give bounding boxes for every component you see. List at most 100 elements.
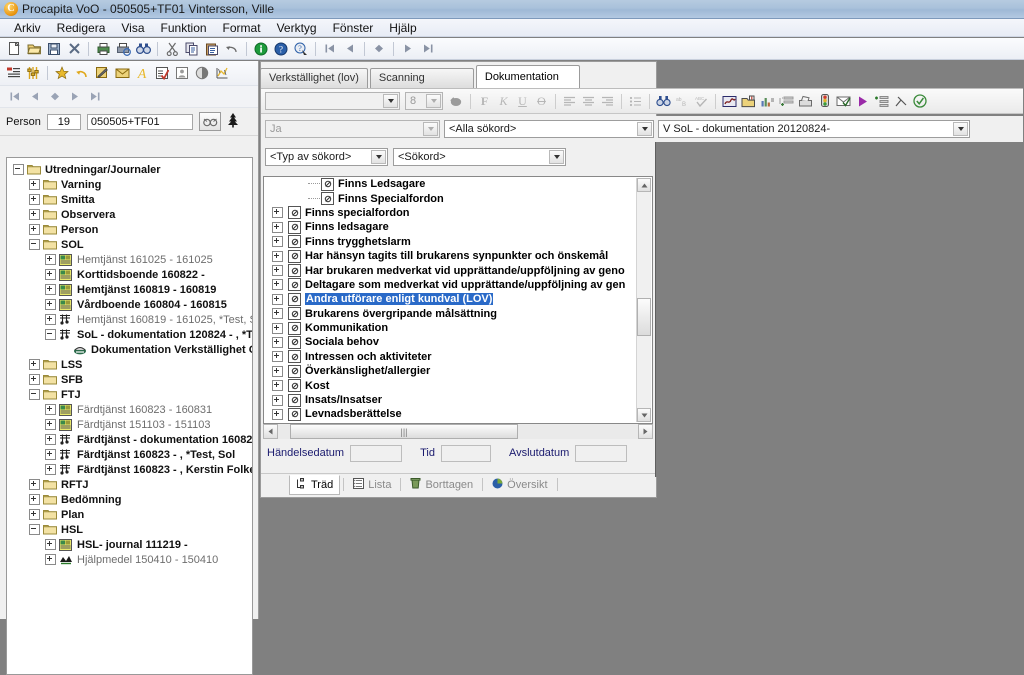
- collapse-minus-icon[interactable]: [13, 164, 24, 175]
- tree-item[interactable]: Bedömning: [7, 492, 252, 507]
- stats-icon[interactable]: [758, 91, 777, 111]
- tab-lista[interactable]: Lista: [347, 476, 397, 494]
- tree-item[interactable]: Hemtjänst 161025 - 161025: [7, 252, 252, 267]
- keyword-tree-item[interactable]: Finns Ledsagare: [264, 177, 624, 191]
- tree-item[interactable]: Observera: [7, 207, 252, 222]
- tree-item[interactable]: Korttidsboende 160822 -: [7, 267, 252, 282]
- chevron-down-icon[interactable]: [953, 122, 968, 136]
- menu-item-format[interactable]: Format: [215, 20, 269, 36]
- traffic-light-icon[interactable]: [815, 91, 834, 111]
- chart-icon[interactable]: [212, 63, 232, 83]
- tab-dokumentation[interactable]: Dokumentation: [475, 65, 580, 89]
- collapse-minus-icon[interactable]: [29, 389, 40, 400]
- keyword-combo[interactable]: <Sökord>: [393, 148, 566, 166]
- font-a-icon[interactable]: A: [132, 63, 152, 83]
- tree-item[interactable]: HSL- journal 111219 -: [7, 537, 252, 552]
- underline-icon[interactable]: U: [513, 91, 532, 111]
- tree-item[interactable]: Hemtjänst 160819 - 161025, *Test, Sol: [7, 312, 252, 327]
- expand-plus-icon[interactable]: [272, 236, 283, 248]
- nav-last-icon[interactable]: [418, 39, 438, 59]
- nav-first-icon[interactable]: [5, 87, 25, 107]
- help-pointer-icon[interactable]: ?: [291, 39, 311, 59]
- checklist-icon[interactable]: [152, 63, 172, 83]
- expand-plus-icon[interactable]: [272, 322, 283, 334]
- tree-item[interactable]: Vårdboende 160804 - 160815: [7, 297, 252, 312]
- align-left-icon[interactable]: [560, 91, 579, 111]
- tree-item[interactable]: SOL: [7, 237, 252, 252]
- spellcheck-icon[interactable]: ABC: [692, 91, 711, 111]
- italic-icon[interactable]: K: [494, 91, 513, 111]
- strikethrough-icon[interactable]: O: [532, 91, 551, 111]
- undo-icon[interactable]: [222, 39, 242, 59]
- add-row-icon[interactable]: [777, 91, 796, 111]
- menu-item-hjalp[interactable]: Hjälp: [381, 20, 424, 36]
- keyword-tree-item[interactable]: Finns ledsagare: [264, 220, 624, 234]
- tree-item[interactable]: Utredningar/Journaler: [7, 162, 252, 177]
- menu-item-verktyg[interactable]: Verktyg: [269, 20, 325, 36]
- expand-plus-icon[interactable]: [29, 359, 40, 370]
- pin-icon[interactable]: [891, 91, 910, 111]
- glasses-icon[interactable]: [198, 112, 221, 131]
- keyword-tree-item[interactable]: Brukarens övergripande målsättning: [264, 307, 624, 321]
- tree-item[interactable]: Färdtjänst 160823 - , Kerstin Folkes: [7, 462, 252, 477]
- expand-plus-icon[interactable]: [272, 207, 283, 219]
- keyword-type-combo[interactable]: <Typ av sökord>: [265, 148, 388, 166]
- scroll-left-button[interactable]: [263, 424, 278, 439]
- nav-last-icon[interactable]: [85, 87, 105, 107]
- navigation-tree-panel[interactable]: Utredningar/Journaler Varning Smitta Observ…: [6, 157, 253, 675]
- nav-prev-icon[interactable]: [25, 87, 45, 107]
- tree-item[interactable]: SoL - dokumentation 120824 - , *Te: [7, 327, 252, 342]
- keyword-tree-item[interactable]: Har brukaren medverkat vid upprättande/u…: [264, 263, 625, 278]
- find-binoculars-icon[interactable]: [654, 91, 673, 111]
- chevron-down-icon[interactable]: [423, 122, 438, 136]
- tree-item[interactable]: Dokumentation Verkställighet CD: [7, 342, 252, 357]
- menu-item-redigera[interactable]: Redigera: [49, 20, 114, 36]
- signature-icon[interactable]: [720, 91, 739, 111]
- note-pencil-icon[interactable]: [92, 63, 112, 83]
- chevron-down-icon[interactable]: [637, 122, 652, 136]
- person-card-icon[interactable]: [172, 63, 192, 83]
- undo-arrow-icon[interactable]: [72, 63, 92, 83]
- tab-borttagen[interactable]: Borttagen: [404, 475, 479, 494]
- list-indent-icon[interactable]: [3, 63, 23, 83]
- tree-item[interactable]: Färdtjänst - dokumentation 160823 -: [7, 432, 252, 447]
- tab-oversikt[interactable]: Översikt: [486, 476, 553, 494]
- expand-plus-icon[interactable]: [29, 479, 40, 490]
- expand-plus-icon[interactable]: [29, 209, 40, 220]
- tree-item[interactable]: FTJ: [7, 387, 252, 402]
- expand-plus-icon[interactable]: [272, 394, 283, 406]
- expand-plus-icon[interactable]: [272, 408, 283, 420]
- tree-item[interactable]: SFB: [7, 372, 252, 387]
- expand-plus-icon[interactable]: [272, 279, 283, 291]
- save-icon[interactable]: [44, 39, 64, 59]
- expand-plus-icon[interactable]: [272, 293, 283, 305]
- filter-sliders-icon[interactable]: [23, 63, 43, 83]
- nav-current-icon[interactable]: [369, 39, 389, 59]
- tree-item[interactable]: Hjälpmedel 150410 - 150410: [7, 552, 252, 567]
- menu-item-funktion[interactable]: Funktion: [153, 20, 215, 36]
- expand-plus-icon[interactable]: [45, 554, 56, 565]
- document-combo[interactable]: V SoL - dokumentation 20120824-: [658, 120, 970, 138]
- approve-check-icon[interactable]: [910, 91, 929, 111]
- keyword-tree-hscrollbar[interactable]: |||: [263, 424, 653, 439]
- expand-plus-icon[interactable]: [29, 494, 40, 505]
- mail-check-icon[interactable]: [834, 91, 853, 111]
- keyword-tree-item[interactable]: Kost: [264, 378, 624, 393]
- keyword-tree-item[interactable]: Sociala behov: [264, 335, 624, 349]
- print-preview-icon[interactable]: [113, 39, 133, 59]
- expand-plus-icon[interactable]: [45, 419, 56, 430]
- expand-plus-icon[interactable]: [45, 539, 56, 550]
- keyword-tree-item[interactable]: Finns specialfordon: [264, 206, 624, 220]
- keyword-tree-item[interactable]: Intressen och aktiviteter: [264, 350, 624, 364]
- info-icon[interactable]: [251, 39, 271, 59]
- expand-plus-icon[interactable]: [45, 284, 56, 295]
- keyword-tree-scrollbar[interactable]: [636, 178, 651, 422]
- time-input[interactable]: [440, 444, 491, 462]
- expand-plus-icon[interactable]: [272, 265, 283, 277]
- expand-plus-icon[interactable]: [45, 269, 56, 280]
- tree-item[interactable]: LSS: [7, 357, 252, 372]
- expand-plus-icon[interactable]: [45, 464, 56, 475]
- tree-item[interactable]: HSL: [7, 522, 252, 537]
- chevron-down-icon[interactable]: [371, 150, 386, 164]
- scroll-down-button[interactable]: [637, 408, 651, 422]
